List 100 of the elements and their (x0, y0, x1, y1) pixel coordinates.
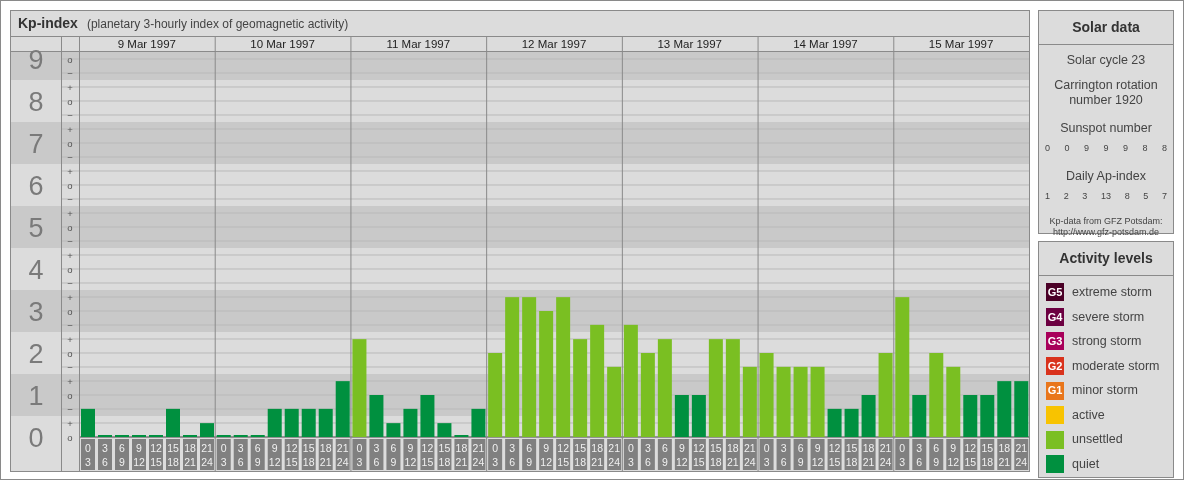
hour-range-label: 12 15 (963, 439, 978, 470)
hour-range-label: 18 21 (725, 439, 740, 470)
ap-index-value: 8 (1124, 189, 1130, 203)
source-text: Kp-data from GFZ Potsdam: (1048, 216, 1164, 227)
kp-level-label: 9 (28, 45, 44, 75)
kp-sublevel-label: − (67, 235, 73, 247)
x-tick-label: 3 6 (237, 442, 244, 468)
hour-range-label: 12 15 (827, 439, 842, 470)
hour-range-label: 15 18 (573, 439, 588, 470)
date-label: 10 Mar 1997 (250, 38, 315, 50)
kp-sublevel-label: o (67, 95, 73, 107)
kp-bar (674, 395, 689, 437)
level-swatch: G3 (1046, 332, 1064, 351)
kp-bar (980, 395, 995, 437)
hour-range-label: 0 3 (759, 439, 774, 470)
chart-subtitle: (planetary 3-hourly index of geomagnetic activity) (86, 15, 349, 33)
hour-range-label: 12 15 (149, 439, 163, 470)
kp-sublevel-label: − (67, 109, 73, 121)
x-tick-label: 3 6 (780, 442, 787, 468)
kp-bar (81, 408, 95, 437)
hour-range-label: 21 24 (878, 439, 893, 470)
hour-range-label: 9 12 (267, 439, 282, 470)
kp-sublevel-label: − (67, 361, 73, 373)
kp-sublevel-label: o (67, 263, 73, 275)
chart-title: Kp-index (18, 14, 78, 33)
kp-sublevel-label: + (67, 123, 73, 135)
level-swatch: G1 (1046, 381, 1064, 400)
kp-bar (403, 408, 418, 437)
hour-range-label: 21 24 (200, 439, 214, 470)
level-label: moderate storm (1072, 357, 1160, 375)
kp-sublevel-label: + (67, 165, 73, 177)
kp-sublevel-label: + (67, 375, 73, 387)
hour-range-label: 6 9 (522, 439, 537, 470)
hour-range-label: 21 24 (335, 439, 350, 470)
kp-sublevel-label: + (67, 249, 73, 261)
sunspot-value: 9 (1103, 141, 1109, 155)
x-tick-label: 0 3 (356, 442, 363, 468)
kp-bar (437, 423, 452, 437)
hour-range-label: 3 6 (640, 439, 655, 470)
sunspot-value: 0 (1064, 141, 1070, 155)
x-tick-label: 0 3 (492, 442, 499, 468)
kp-sublevel-label: + (67, 207, 73, 219)
x-tick-label: 6 9 (254, 442, 261, 468)
date-label: 11 Mar 1997 (386, 38, 451, 50)
hour-range-label: 15 18 (301, 439, 316, 470)
hour-range-label: 6 9 (657, 439, 672, 470)
x-tick-label: 6 9 (390, 442, 397, 468)
kp-sublevel-label: − (67, 403, 73, 415)
kp-level-label: 5 (28, 213, 44, 243)
x-tick-label: 3 6 (373, 442, 380, 468)
sunspot-value: 9 (1083, 141, 1089, 155)
hour-range-label: 12 15 (420, 439, 435, 470)
kp-bar (200, 423, 214, 437)
x-tick-label: 0 3 (627, 442, 634, 468)
hour-range-label: 0 3 (895, 439, 910, 470)
kp-bar (912, 395, 927, 437)
kp-sublevel-label: o (67, 53, 73, 65)
hour-range-label: 6 9 (115, 439, 129, 470)
sunspot-value: 8 (1161, 141, 1167, 155)
kp-bar (861, 395, 876, 437)
kp-bar (963, 395, 978, 437)
hour-range-label: 15 18 (980, 439, 995, 470)
sunspot-value: 9 (1122, 141, 1128, 155)
kp-sublevel-label: − (67, 151, 73, 163)
kp-level-label: 1 (28, 381, 44, 411)
hour-range-label: 18 21 (318, 439, 333, 470)
date-label: 12 Mar 1997 (521, 38, 587, 50)
hour-range-label: 3 6 (98, 439, 112, 470)
ap-index-value: 13 (1100, 189, 1111, 203)
hour-range-label: 0 3 (81, 439, 95, 470)
kp-sublevel-label: o (67, 347, 73, 359)
hour-range-label: 18 21 (997, 439, 1012, 470)
kp-bar (471, 408, 486, 437)
hour-range-label: 3 6 (776, 439, 791, 470)
kp-sublevel-label: + (67, 417, 73, 429)
sunspot-title: Sunspot number (1059, 120, 1153, 137)
level-label: active (1072, 406, 1105, 424)
level-swatch: G2 (1046, 357, 1064, 376)
kp-sublevel-label: o (67, 431, 73, 443)
hour-range-label: 9 12 (810, 439, 825, 470)
hour-range-label: 3 6 (369, 439, 384, 470)
x-tick-label: 6 9 (526, 442, 533, 468)
kp-level-label: 2 (28, 339, 44, 369)
x-tick-label: 3 6 (644, 442, 651, 468)
x-tick-label: 3 6 (916, 442, 923, 468)
hour-range-label: 0 3 (488, 439, 503, 470)
hour-range-label: 9 12 (946, 439, 961, 470)
x-tick-label: 6 9 (933, 442, 940, 468)
kp-level-label: 4 (28, 255, 44, 285)
kp-level-label: 8 (28, 87, 44, 117)
kp-level-label: 7 (28, 129, 44, 159)
hour-range-label: 21 24 (607, 439, 622, 470)
kp-bar (691, 395, 706, 437)
kp-sublevel-label: o (67, 179, 73, 191)
ap-index-value: 1 (1045, 189, 1050, 203)
carrington-rotation-text: Carrington rotation number 1920 (1053, 77, 1159, 109)
ap-index-value: 3 (1082, 189, 1088, 203)
hour-range-label: 21 24 (1014, 439, 1029, 470)
hour-range-label: 12 15 (691, 439, 706, 470)
hour-range-label: 0 3 (352, 439, 367, 470)
